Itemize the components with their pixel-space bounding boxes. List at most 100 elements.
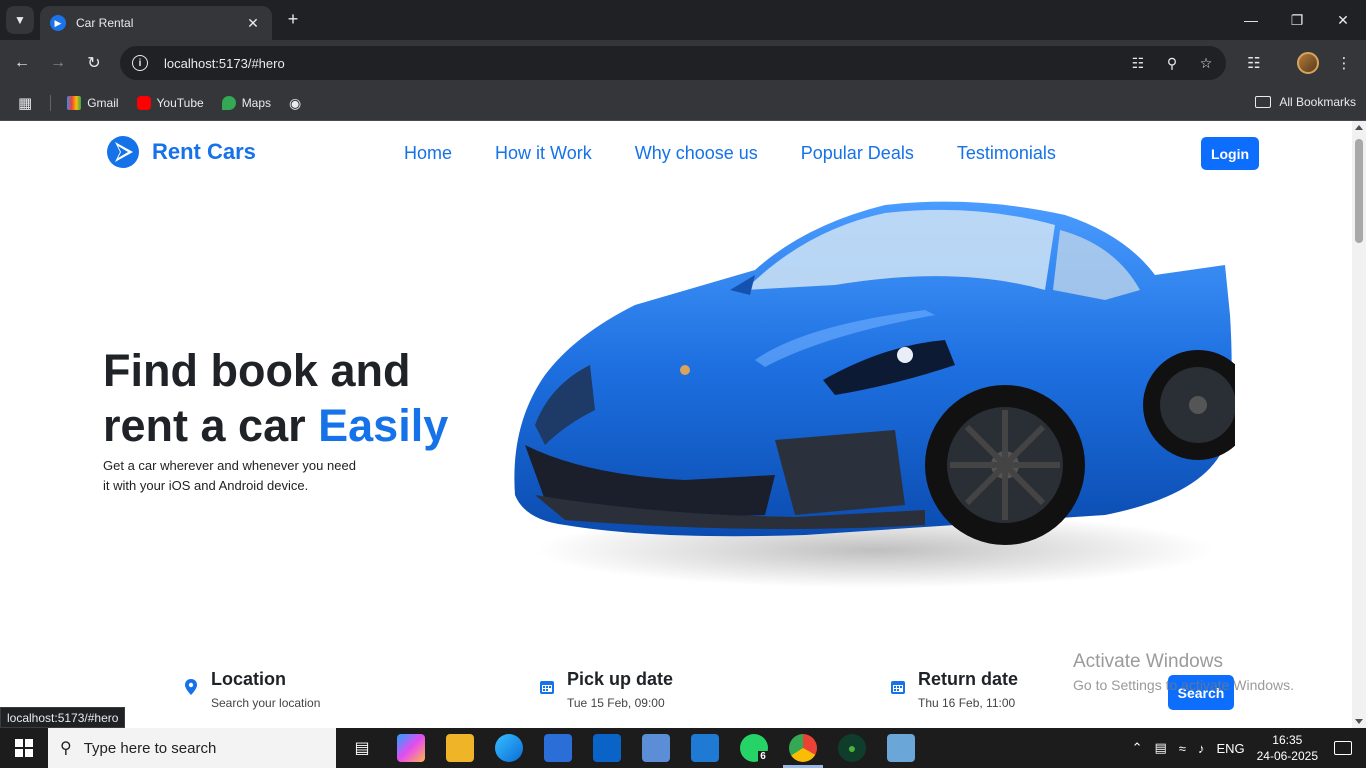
notes-app-icon[interactable] [887, 734, 915, 762]
reload-icon: ↻ [87, 55, 101, 72]
clock-time: 16:35 [1272, 733, 1303, 747]
chevron-up-icon[interactable]: ⌃ [1132, 740, 1143, 756]
menu-icon[interactable]: ⋮ [1332, 51, 1356, 75]
tab-strip: ▼ ▶ Car Rental ✕ + — ❐ ✕ [0, 0, 1366, 40]
reload-button[interactable]: ↻ [82, 51, 106, 75]
translate-icon[interactable]: ☷ [1130, 55, 1146, 72]
url-text[interactable]: localhost:5173/#hero [164, 56, 1112, 71]
arrow-right-icon: → [50, 54, 66, 71]
all-bookmarks-label: All Bookmarks [1279, 95, 1356, 109]
whatsapp-badge: 6 [758, 750, 768, 762]
whatsapp-icon[interactable]: 6 [740, 734, 768, 762]
activate-windows-watermark: Activate Windows Go to Settings to activ… [1073, 651, 1294, 693]
activate-title: Activate Windows [1073, 651, 1223, 672]
star-icon[interactable]: ☆ [1198, 55, 1214, 72]
language-indicator[interactable]: ENG [1216, 741, 1244, 756]
bookmark-label: YouTube [156, 96, 204, 110]
location-input[interactable]: Search your location [211, 696, 320, 710]
outlook-icon[interactable] [593, 734, 621, 762]
taskbar-search-placeholder[interactable]: Type here to search [84, 740, 217, 757]
return-label: Return date [918, 669, 1019, 689]
site-logo[interactable]: Rent Cars [106, 135, 256, 169]
globe-icon: ◉ [289, 94, 302, 111]
nav-popular-deals[interactable]: Popular Deals [801, 143, 914, 164]
restore-button[interactable]: ❐ [1274, 0, 1320, 40]
task-view-icon[interactable]: ▤ [348, 734, 376, 762]
back-button[interactable]: ← [10, 51, 34, 75]
search-location[interactable]: Location Search your location [183, 669, 320, 710]
bookmark-label: Gmail [87, 96, 119, 110]
tab-search-button[interactable]: ▼ [6, 6, 34, 34]
search-pickup[interactable]: Pick up date Tue 15 Feb, 09:00 [539, 669, 673, 710]
nav-how-it-work[interactable]: How it Work [495, 143, 592, 164]
pickup-input[interactable]: Tue 15 Feb, 09:00 [567, 696, 673, 710]
system-tray: ⌃ ▤ ≈ ♪ ENG 16:35 24-06-2025 [1132, 728, 1366, 768]
window-controls: — ❐ ✕ [1228, 0, 1366, 40]
tab-car-rental[interactable]: ▶ Car Rental ✕ [40, 6, 272, 40]
location-pin-icon [185, 679, 197, 695]
bookmark-maps[interactable]: Maps [221, 96, 271, 110]
youtube-icon [136, 96, 151, 110]
volume-icon[interactable]: ♪ [1198, 741, 1205, 756]
bookmark-youtube[interactable]: YouTube [136, 96, 204, 110]
calendar-icon [891, 681, 905, 694]
taskbar-search[interactable]: ⚲ Type here to search [48, 728, 336, 768]
info-icon[interactable]: i [132, 55, 148, 71]
brand-name: Rent Cars [152, 139, 256, 164]
profile-button[interactable] [1296, 51, 1320, 75]
calendar-icon [540, 681, 554, 694]
clock-date: 24-06-2025 [1256, 749, 1318, 763]
web-page: Rent Cars Home How it Work Why choose us… [0, 121, 1352, 728]
favicon-icon: ▶ [50, 15, 66, 31]
wifi-icon[interactable]: ≈ [1179, 741, 1186, 756]
maps-icon [221, 96, 236, 110]
scroll-thumb[interactable] [1355, 139, 1363, 243]
close-window-button[interactable]: ✕ [1320, 0, 1366, 40]
close-icon[interactable]: ✕ [244, 15, 262, 32]
login-button[interactable]: Login [1201, 137, 1259, 170]
bookmark-separator [50, 95, 52, 111]
avatar [1297, 52, 1319, 74]
return-input[interactable]: Thu 16 Feb, 11:00 [918, 696, 1018, 710]
location-label: Location [211, 669, 286, 689]
page-scrollbar[interactable] [1352, 121, 1366, 728]
browser-toolbar: ← → ↻ i localhost:5173/#hero ☷ ⚲ ☆ ☷ ⋮ [0, 40, 1366, 86]
all-bookmarks-button[interactable]: All Bookmarks [1255, 95, 1356, 109]
forward-button[interactable]: → [46, 51, 70, 75]
mongodb-icon[interactable]: ● [838, 734, 866, 762]
network-icon[interactable]: ▤ [1155, 740, 1167, 756]
hero-subtitle: Get a car wherever and whenever you need… [103, 458, 356, 493]
extensions-icon[interactable]: ☷ [1242, 51, 1266, 75]
store-icon[interactable] [544, 734, 572, 762]
vscode-icon[interactable] [691, 734, 719, 762]
bookmark-gmail[interactable]: Gmail [67, 96, 119, 110]
search-icon: ⚲ [60, 740, 72, 757]
clock[interactable]: 16:35 24-06-2025 [1257, 732, 1318, 764]
copilot-icon[interactable] [397, 734, 425, 762]
arrow-left-icon: ← [14, 54, 30, 71]
chrome-icon[interactable] [789, 734, 817, 762]
zoom-icon[interactable]: ⚲ [1164, 55, 1180, 72]
hero-title-line1: Find book and [103, 345, 411, 396]
nav-testimonials[interactable]: Testimonials [957, 143, 1056, 164]
remote-desktop-icon[interactable] [642, 734, 670, 762]
tab-title: Car Rental [76, 16, 134, 30]
scroll-up-icon[interactable] [1355, 125, 1363, 130]
nav-why-choose-us[interactable]: Why choose us [635, 143, 758, 164]
windows-icon [15, 739, 33, 757]
minimize-button[interactable]: — [1228, 0, 1274, 40]
hero-car-image [514, 201, 1235, 588]
new-tab-button[interactable]: + [282, 8, 304, 30]
bookmark-globe[interactable]: ◉ [289, 95, 301, 112]
file-explorer-icon[interactable] [446, 734, 474, 762]
start-button[interactable] [0, 728, 48, 768]
apps-icon[interactable]: ▦ [18, 94, 32, 112]
search-return[interactable]: Return date Thu 16 Feb, 11:00 [890, 669, 1018, 710]
address-bar[interactable]: i localhost:5173/#hero ☷ ⚲ ☆ [120, 46, 1226, 80]
nav-home[interactable]: Home [404, 143, 452, 164]
browser-chrome: ▼ ▶ Car Rental ✕ + — ❐ ✕ ← → ↻ i localho… [0, 0, 1366, 121]
status-bar-url: localhost:5173/#hero [0, 707, 126, 728]
scroll-down-icon[interactable] [1355, 719, 1363, 724]
edge-icon[interactable] [495, 734, 523, 762]
notification-icon[interactable] [1334, 741, 1352, 755]
